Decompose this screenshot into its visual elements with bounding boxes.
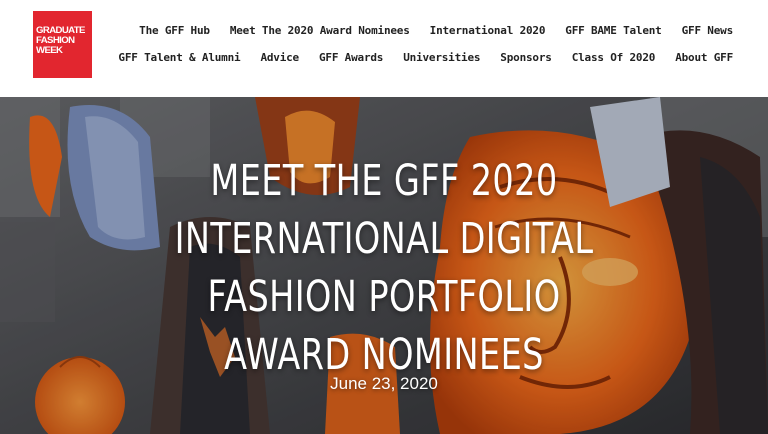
site-header: GRADUATE FASHION WEEK The GFF Hub Meet T… — [0, 0, 768, 97]
main-nav-row-2: GFF Talent & Alumni Advice GFF Awards Un… — [118, 51, 733, 64]
hero-title-line-1: MEET THE GFF 2020 — [210, 155, 558, 206]
nav-item-advice[interactable]: Advice — [260, 51, 299, 64]
nav-item-gff-awards[interactable]: GFF Awards — [319, 51, 383, 64]
hero-title-line-3: FASHION PORTFOLIO — [207, 271, 561, 322]
hero-banner: MEET THE GFF 2020 INTERNATIONAL DIGITAL … — [0, 97, 768, 434]
nav-item-gff-news[interactable]: GFF News — [682, 24, 734, 37]
nav-item-international-2020[interactable]: International 2020 — [430, 24, 546, 37]
main-nav-row-1: The GFF Hub Meet The 2020 Award Nominees… — [139, 24, 733, 37]
hero-title: MEET THE GFF 2020 INTERNATIONAL DIGITAL … — [84, 152, 683, 384]
nav-item-about-gff[interactable]: About GFF — [675, 51, 733, 64]
nav-item-bame-talent[interactable]: GFF BAME Talent — [565, 24, 662, 37]
hero-title-line-2: INTERNATIONAL DIGITAL — [174, 213, 594, 264]
nav-item-gff-hub[interactable]: The GFF Hub — [139, 24, 210, 37]
graduate-fashion-week-logo[interactable]: GRADUATE FASHION WEEK — [33, 11, 92, 78]
nav-item-class-of-2020[interactable]: Class Of 2020 — [572, 51, 656, 64]
logo-text: GRADUATE FASHION WEEK — [36, 25, 85, 56]
nav-item-award-nominees[interactable]: Meet The 2020 Award Nominees — [230, 24, 410, 37]
nav-item-sponsors[interactable]: Sponsors — [500, 51, 552, 64]
post-date: June 23, 2020 — [330, 374, 438, 393]
nav-item-universities[interactable]: Universities — [403, 51, 480, 64]
nav-item-talent-alumni[interactable]: GFF Talent & Alumni — [118, 51, 240, 64]
